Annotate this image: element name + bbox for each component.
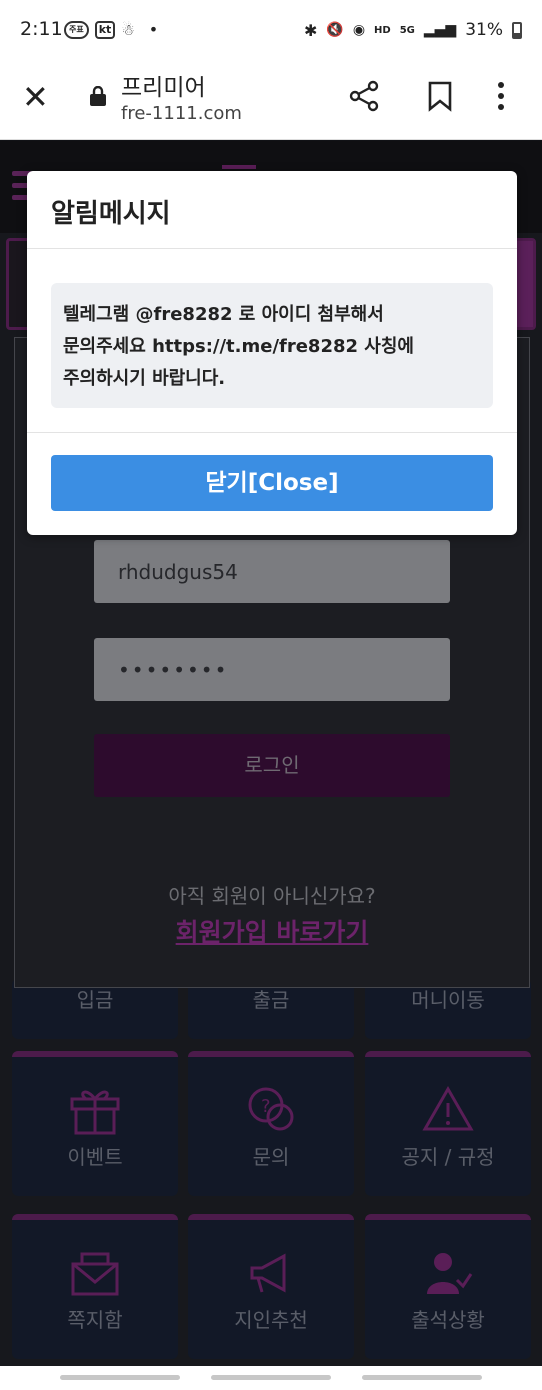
tile-label: 출석상황 — [411, 1308, 485, 1332]
page-title: 프리미어 — [121, 75, 206, 101]
username-input[interactable]: rhdudgus54 — [94, 540, 450, 603]
tile-label: 문의 — [252, 1145, 290, 1169]
modal-message: 텔레그램 @fre8282 로 아이디 첨부해서 문의주세요 https://t… — [51, 283, 493, 408]
url-text[interactable]: fre-1111.com — [121, 103, 242, 124]
browser-toolbar: ✕ 프리미어 fre-1111.com — [0, 64, 542, 140]
message-line: 문의주세요 https://t.me/fre8282 사칭에 — [63, 336, 414, 357]
lock-icon — [90, 86, 106, 106]
tile-withdraw[interactable]: 출금 — [188, 979, 354, 1039]
notification-icons: 주표 kt ☃ • — [64, 20, 158, 39]
tile-event[interactable]: 이벤트 — [12, 1051, 178, 1196]
login-button[interactable]: 로그인 — [94, 734, 450, 797]
tile-money-transfer[interactable]: 머니이동 — [365, 979, 531, 1039]
status-bar: 2:11 주표 kt ☃ • ✱ 🔇 ◉ HD 5G ▂▄▆ 31% — [0, 0, 542, 64]
bluetooth-icon: ✱ — [303, 20, 318, 40]
battery-percent: 31% — [465, 20, 503, 40]
tile-label: 이벤트 — [67, 1145, 123, 1169]
password-input[interactable]: •••••••• — [94, 638, 450, 701]
tile-label: 입금 — [76, 988, 114, 1012]
signup-link[interactable]: 회원가입 바로가기 — [15, 913, 529, 949]
5g-icon: 5G — [399, 24, 415, 36]
not-member-text: 아직 회원이 아니신가요? — [168, 884, 376, 908]
battery-icon — [512, 21, 522, 39]
more-notifications-icon: • — [148, 20, 159, 39]
alert-modal: 알림메시지 텔레그램 @fre8282 로 아이디 첨부해서 문의주세요 htt… — [27, 171, 517, 535]
tile-attendance[interactable]: 출석상황 — [365, 1214, 531, 1359]
tile-messages[interactable]: 쪽지함 — [12, 1214, 178, 1359]
kt-icon: kt — [94, 20, 116, 39]
app-icon: ☃ — [121, 20, 135, 39]
tile-label: 지인추천 — [234, 1308, 308, 1332]
hotspot-icon: ◉ — [352, 22, 366, 38]
tile-referral[interactable]: 지인추천 — [188, 1214, 354, 1359]
megaphone-icon — [250, 1253, 286, 1293]
tile-inquiry[interactable]: ? 문의 — [188, 1051, 354, 1196]
system-icons: ✱ 🔇 ◉ HD 5G ▂▄▆ 31% — [304, 20, 522, 40]
clock: 2:11 — [20, 18, 63, 40]
modal-divider — [27, 432, 517, 433]
tile-label: 공지 / 규정 — [401, 1145, 495, 1169]
more-options-icon[interactable] — [496, 80, 506, 112]
nav-home[interactable] — [211, 1375, 331, 1380]
hd-voice-icon: HD — [374, 24, 391, 36]
logo-crown-icon — [222, 151, 256, 169]
message-line: 텔레그램 @fre8282 로 아이디 첨부해서 — [63, 304, 384, 325]
tile-label: 출금 — [252, 988, 290, 1012]
tile-deposit[interactable]: 입금 — [12, 979, 178, 1039]
gift-icon — [70, 1090, 120, 1135]
share-icon[interactable] — [348, 80, 380, 112]
badge-icon: 주표 — [64, 20, 89, 39]
tile-label: 머니이동 — [411, 988, 485, 1012]
svg-text:?: ? — [261, 1096, 271, 1117]
system-nav-bar — [0, 1366, 542, 1390]
tile-notice-rules[interactable]: 공지 / 규정 — [365, 1051, 531, 1196]
user-check-icon — [427, 1253, 473, 1294]
modal-close-button[interactable]: 닫기[Close] — [51, 455, 493, 511]
warning-icon — [422, 1085, 474, 1131]
close-tab-icon[interactable]: ✕ — [22, 78, 49, 116]
message-line: 주의하시기 바랍니다. — [63, 368, 226, 389]
nav-recent[interactable] — [60, 1375, 180, 1380]
signal-icon: ▂▄▆ — [423, 22, 457, 38]
tile-label: 쪽지함 — [67, 1308, 123, 1332]
bookmark-icon[interactable] — [426, 80, 454, 112]
question-chat-icon: ? — [248, 1087, 294, 1131]
mute-icon: 🔇 — [326, 22, 344, 38]
modal-title: 알림메시지 — [27, 171, 517, 249]
nav-back[interactable] — [362, 1375, 482, 1380]
mail-icon — [71, 1252, 119, 1296]
